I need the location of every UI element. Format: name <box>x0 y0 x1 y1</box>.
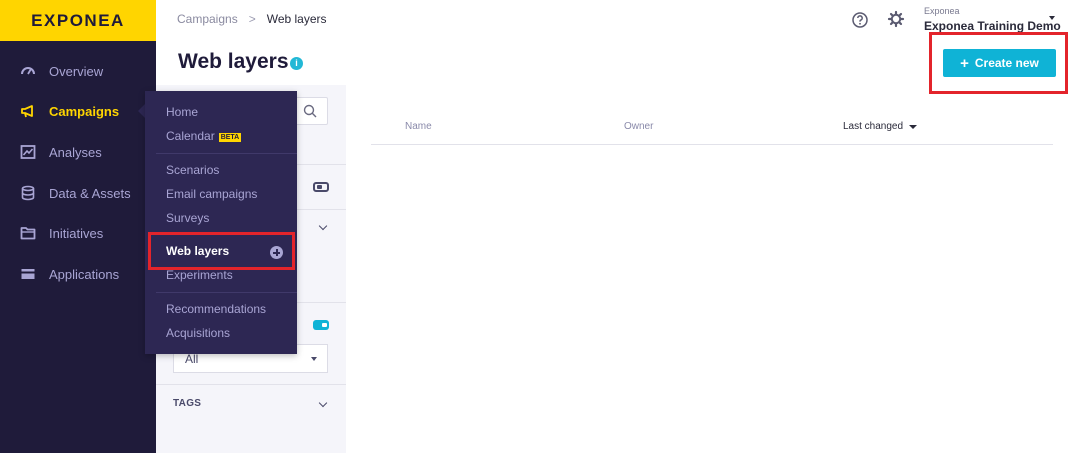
filter-select-value: All <box>185 352 199 366</box>
logo-text: EXPONEA <box>31 10 125 30</box>
main-sidebar: EXPONEA Overview Campaigns Analyses Data <box>0 0 157 453</box>
project-switcher[interactable]: Exponea Exponea Training Demo <box>924 6 1061 33</box>
chevron-down-icon <box>311 357 317 361</box>
info-icon[interactable]: i <box>290 57 303 70</box>
highlight-box-web-layers <box>148 232 295 270</box>
filter-divider <box>156 384 346 385</box>
page-title: Web layers <box>178 50 289 73</box>
sidebar-item-initiatives[interactable]: Initiatives <box>0 213 156 253</box>
exponea-logo[interactable]: EXPONEA <box>0 0 156 41</box>
sidebar-item-label: Overview <box>49 63 104 79</box>
menu-item-experiments[interactable]: Experiments <box>166 268 233 282</box>
highlight-box-create-new <box>929 32 1068 94</box>
column-header-label: Last changed <box>843 121 904 132</box>
column-header-last-changed[interactable]: Last changed <box>843 121 918 132</box>
sort-desc-icon <box>909 124 918 129</box>
breadcrumb-separator: > <box>248 12 256 26</box>
database-icon <box>20 185 36 201</box>
menu-item-calendar[interactable]: Calendar BETA <box>166 129 242 143</box>
beta-badge: BETA <box>218 133 242 142</box>
column-header-name[interactable]: Name <box>405 121 432 132</box>
menu-item-surveys[interactable]: Surveys <box>166 211 209 225</box>
sidebar-item-analyses[interactable]: Analyses <box>0 132 156 172</box>
chevron-down-icon[interactable] <box>1049 16 1055 20</box>
column-header-owner[interactable]: Owner <box>624 121 653 132</box>
sidebar-item-label: Applications <box>49 266 120 282</box>
project-name: Exponea Training Demo <box>924 19 1061 33</box>
menu-item-label: Calendar <box>166 129 215 143</box>
breadcrumb-current: Web layers <box>266 12 327 26</box>
sidebar-item-label: Data & Assets <box>49 185 131 201</box>
menu-item-email-campaigns[interactable]: Email campaigns <box>166 187 257 201</box>
menu-item-scenarios[interactable]: Scenarios <box>166 163 219 177</box>
sidebar-item-overview[interactable]: Overview <box>0 51 156 91</box>
sidebar-item-label: Initiatives <box>49 225 104 241</box>
sidebar-item-data-assets[interactable]: Data & Assets <box>0 173 156 213</box>
chart-icon <box>20 144 36 160</box>
sidebar-item-label: Campaigns <box>49 103 120 119</box>
menu-item-acquisitions[interactable]: Acquisitions <box>166 326 230 340</box>
flyout-pointer <box>138 104 145 118</box>
gauge-icon <box>20 63 36 79</box>
app-root: EXPONEA Overview Campaigns Analyses Data <box>0 0 1079 453</box>
sidebar-item-campaigns[interactable]: Campaigns <box>0 91 157 131</box>
card-icon <box>20 266 36 282</box>
sidebar-item-applications[interactable]: Applications <box>0 254 156 294</box>
menu-divider <box>156 292 297 293</box>
menu-item-recommendations[interactable]: Recommendations <box>166 302 266 316</box>
breadcrumb: Campaigns > Web layers <box>177 12 327 26</box>
project-org: Exponea <box>924 6 960 16</box>
sidebar-item-label: Analyses <box>49 144 102 160</box>
menu-item-home[interactable]: Home <box>166 105 198 119</box>
breadcrumb-campaigns-link[interactable]: Campaigns <box>177 12 238 26</box>
filter-toggle-on[interactable] <box>313 320 329 330</box>
tags-filter-label[interactable]: TAGS <box>173 398 201 409</box>
megaphone-icon <box>20 103 36 119</box>
search-icon <box>303 104 317 118</box>
folder-icon <box>20 225 36 241</box>
menu-divider <box>156 153 297 154</box>
table-header-divider <box>371 144 1053 145</box>
help-icon[interactable] <box>851 11 869 29</box>
gear-icon[interactable] <box>887 10 905 28</box>
filter-toggle-off[interactable] <box>313 182 329 192</box>
